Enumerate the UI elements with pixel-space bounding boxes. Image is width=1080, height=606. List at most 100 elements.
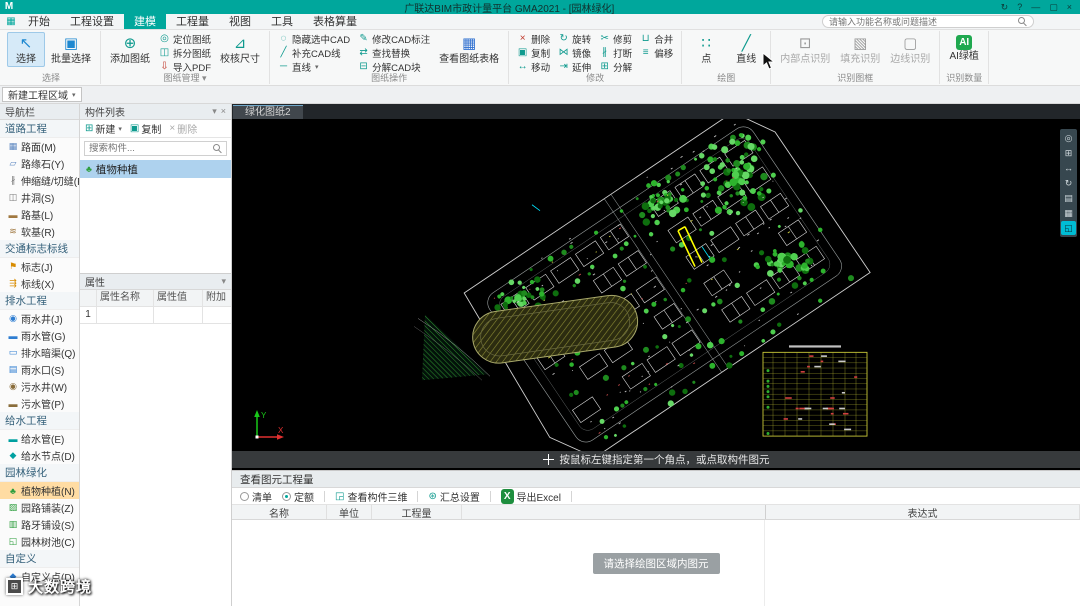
offset-button[interactable]: ≡偏移 xyxy=(637,46,676,60)
nav-item[interactable]: ▤雨水口(S) xyxy=(0,361,79,378)
nav-section-title[interactable]: 交通标志标线 xyxy=(0,240,79,258)
nav-section-title[interactable]: 园林绿化 xyxy=(0,464,79,482)
locate-drawing-button[interactable]: ◎定位图纸 xyxy=(156,32,214,46)
list-radio[interactable]: 清单 xyxy=(240,489,272,504)
nav-item[interactable]: ◉雨水井(J) xyxy=(0,310,79,327)
ribbon-group: ⊕添加图纸◎定位图纸◫拆分图纸⇩导入PDF⊿校核尺寸图纸管理 ▾ xyxy=(101,31,270,84)
nav-item[interactable]: ≋软基(R) xyxy=(0,223,79,240)
nav-item[interactable]: ▥路牙铺设(S) xyxy=(0,516,79,533)
extend-button[interactable]: ⇥延伸 xyxy=(555,60,594,74)
manhole-opening-icon: ◫ xyxy=(8,192,18,203)
menu-tab[interactable]: 建模 xyxy=(124,14,166,29)
inner-point-recognize-button[interactable]: ⊡内部点识别 xyxy=(776,32,834,67)
zoom-window-icon[interactable]: ⊞ xyxy=(1061,146,1076,160)
pin-icon[interactable]: ▾ xyxy=(221,276,226,287)
edge-recognize-button[interactable]: ▢边线识别 xyxy=(886,32,934,67)
line-tool-button[interactable]: ╱直线 xyxy=(727,32,765,67)
delete-button[interactable]: ×删除 xyxy=(514,32,553,46)
copy-component-button[interactable]: ▣复制 xyxy=(130,121,161,136)
select-cursor-button[interactable]: ↖选择 xyxy=(7,32,45,67)
layers-icon[interactable]: ▤ xyxy=(1061,191,1076,205)
app-menu-icon[interactable]: ▦ xyxy=(4,16,18,27)
nav-item[interactable]: ▬给水管(E) xyxy=(0,430,79,447)
move-button[interactable]: ↔移动 xyxy=(514,60,553,74)
export-excel-button[interactable]: X导出Excel xyxy=(501,489,561,504)
batch-select-button[interactable]: ▣批量选择 xyxy=(47,32,95,67)
nav-section-title[interactable]: 自定义 xyxy=(0,550,79,568)
close-icon[interactable]: × xyxy=(221,106,226,117)
import-pdf-button[interactable]: ⇩导入PDF xyxy=(156,60,214,74)
find-replace-button[interactable]: ⇄查找替换 xyxy=(355,46,433,60)
nav-section-title[interactable]: 给水工程 xyxy=(0,412,79,430)
point-tool-button[interactable]: ∷点 xyxy=(687,32,725,67)
copy-button[interactable]: ▣复制 xyxy=(514,46,553,60)
rotate-button[interactable]: ↻旋转 xyxy=(555,32,594,46)
pin-icon[interactable]: ▾ xyxy=(212,106,217,117)
view-drawing-table-button[interactable]: ▦查看图纸表格 xyxy=(435,32,503,67)
nav-item[interactable]: ⇶标线(X) xyxy=(0,275,79,292)
nav-item[interactable]: ▨园路铺装(Z) xyxy=(0,499,79,516)
hide-selected-cad-button[interactable]: ◌隐藏选中CAD xyxy=(275,32,353,46)
fill-recognize-button[interactable]: ▧填充识别 xyxy=(836,32,884,67)
nav-item[interactable]: ⚑标志(J) xyxy=(0,258,79,275)
nav-item[interactable]: ◉污水井(W) xyxy=(0,378,79,395)
help-button[interactable]: ? xyxy=(1017,0,1022,14)
component-search-box[interactable] xyxy=(84,141,227,156)
measure-icon[interactable]: ◱ xyxy=(1061,221,1076,235)
nav-item[interactable]: ◱园林树池(C) xyxy=(0,533,79,550)
quota-radio[interactable]: 定额 xyxy=(282,489,314,504)
property-row[interactable]: 1 xyxy=(80,307,231,324)
edit-cad-label-button[interactable]: ✎修改CAD标注 xyxy=(355,32,433,46)
trim-button[interactable]: ✂修剪 xyxy=(596,32,635,46)
drawing-tab[interactable]: 绿化图纸2 xyxy=(233,105,303,119)
component-search-input[interactable] xyxy=(89,143,213,154)
mirror-button[interactable]: ⋈镜像 xyxy=(555,46,594,60)
menu-tab[interactable]: 开始 xyxy=(18,14,60,29)
search-input[interactable] xyxy=(829,17,1018,27)
delete-component-button[interactable]: ×删除 xyxy=(169,121,197,136)
nav-item[interactable]: ▦路面(M) xyxy=(0,138,79,155)
new-component-button[interactable]: ⊞新建▾ xyxy=(85,121,122,136)
view-3d-button[interactable]: ◲查看构件三维 xyxy=(335,489,407,504)
nav-item[interactable]: ◫井洞(S) xyxy=(0,189,79,206)
nav-item[interactable]: ◆给水节点(D) xyxy=(0,447,79,464)
add-cad-line-button[interactable]: ╱补充CAD线 xyxy=(275,46,353,60)
minimize-button[interactable]: — xyxy=(1031,0,1040,14)
nav-item[interactable]: ▱路缘石(Y) xyxy=(0,155,79,172)
new-region-button[interactable]: 新建工程区域▾ xyxy=(2,87,82,102)
pan-icon[interactable]: ↔ xyxy=(1061,161,1076,175)
ai-green-plant-button[interactable]: AIAI绿植 xyxy=(945,32,983,64)
cad-drawing xyxy=(232,119,1080,470)
summary-settings-button[interactable]: ⊛汇总设置 xyxy=(428,489,479,504)
component-item[interactable]: ♣植物种植 xyxy=(80,160,231,178)
orbit-icon[interactable]: ↻ xyxy=(1061,176,1076,190)
explode-cad-block-button[interactable]: ⊟分解CAD块 xyxy=(355,60,433,74)
nav-item[interactable]: ▬雨水管(G) xyxy=(0,327,79,344)
break-button[interactable]: ∦打断 xyxy=(596,46,635,60)
nav-item[interactable]: ▬污水管(P) xyxy=(0,395,79,412)
cad-canvas[interactable]: Y X ◎⊞↔↻▤▦◱ 按鼠标左键指定第一个角点，或点取构件图元 xyxy=(232,119,1080,470)
explode-button[interactable]: ⊞分解 xyxy=(596,60,635,74)
check-dimension-button[interactable]: ⊿校核尺寸 xyxy=(216,32,264,67)
nav-section-title[interactable]: 排水工程 xyxy=(0,292,79,310)
drawing-table-icon[interactable]: ▦ xyxy=(1061,206,1076,220)
nav-section-title[interactable]: 道路工程 xyxy=(0,120,79,138)
add-drawing-button[interactable]: ⊕添加图纸 xyxy=(106,32,154,67)
close-button[interactable]: × xyxy=(1067,0,1072,14)
menu-tab[interactable]: 工程设置 xyxy=(60,14,124,29)
nav-item[interactable]: ♣植物种植(N) xyxy=(0,482,79,499)
line-button[interactable]: ─直线▾ xyxy=(275,60,353,74)
menu-tab[interactable]: 工程量 xyxy=(166,14,219,29)
menu-tab[interactable]: 表格算量 xyxy=(303,14,367,29)
compass-icon[interactable]: ◎ xyxy=(1061,131,1076,145)
refresh-icon[interactable]: ↻ xyxy=(1001,0,1009,14)
maximize-button[interactable]: ▢ xyxy=(1049,0,1058,14)
function-search-box[interactable] xyxy=(822,15,1034,28)
nav-item[interactable]: ▬路基(L) xyxy=(0,206,79,223)
menu-tab[interactable]: 工具 xyxy=(261,14,303,29)
merge-button[interactable]: ⊔合并 xyxy=(637,32,676,46)
menu-tab[interactable]: 视图 xyxy=(219,14,261,29)
nav-item[interactable]: ▭排水暗渠(Q) xyxy=(0,344,79,361)
split-drawing-button[interactable]: ◫拆分图纸 xyxy=(156,46,214,60)
nav-item[interactable]: ∦伸缩缝/切缝(F) xyxy=(0,172,79,189)
